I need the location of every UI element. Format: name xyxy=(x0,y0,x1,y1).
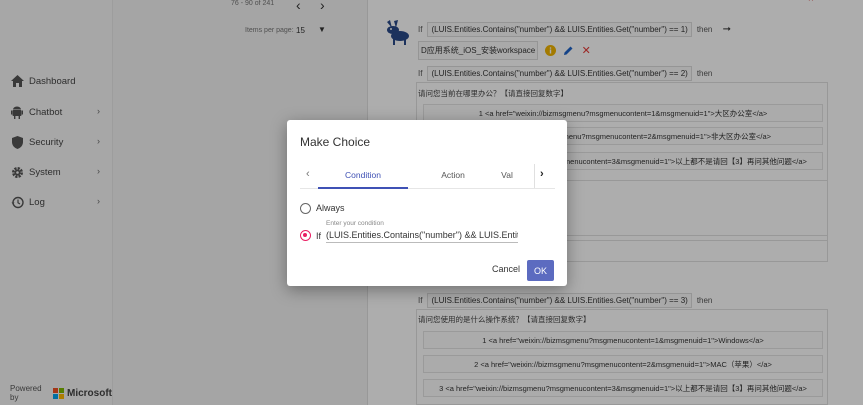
tab-value[interactable]: Val xyxy=(482,170,532,180)
tab-divider xyxy=(534,164,535,188)
always-radio[interactable] xyxy=(300,203,311,214)
chevron-left-icon[interactable]: ‹ xyxy=(306,168,310,180)
tab-condition[interactable]: Condition xyxy=(318,170,408,180)
make-choice-dialog: Make Choice ‹ Condition Action Val › Alw… xyxy=(287,120,567,286)
dialog-title: Make Choice xyxy=(300,135,371,149)
if-label: If xyxy=(316,231,322,241)
tab-bar: ‹ Condition Action Val › xyxy=(300,164,555,189)
ok-button[interactable]: OK xyxy=(527,260,554,281)
active-tab-indicator xyxy=(318,187,408,189)
condition-input[interactable]: (LUIS.Entities.Contains("number") && LUI… xyxy=(326,230,518,243)
chevron-right-icon[interactable]: › xyxy=(540,168,544,180)
always-label: Always xyxy=(316,203,345,213)
cancel-button[interactable]: Cancel xyxy=(492,264,520,274)
condition-field-hint: Enter your condition xyxy=(326,220,384,227)
if-radio[interactable] xyxy=(300,230,311,241)
